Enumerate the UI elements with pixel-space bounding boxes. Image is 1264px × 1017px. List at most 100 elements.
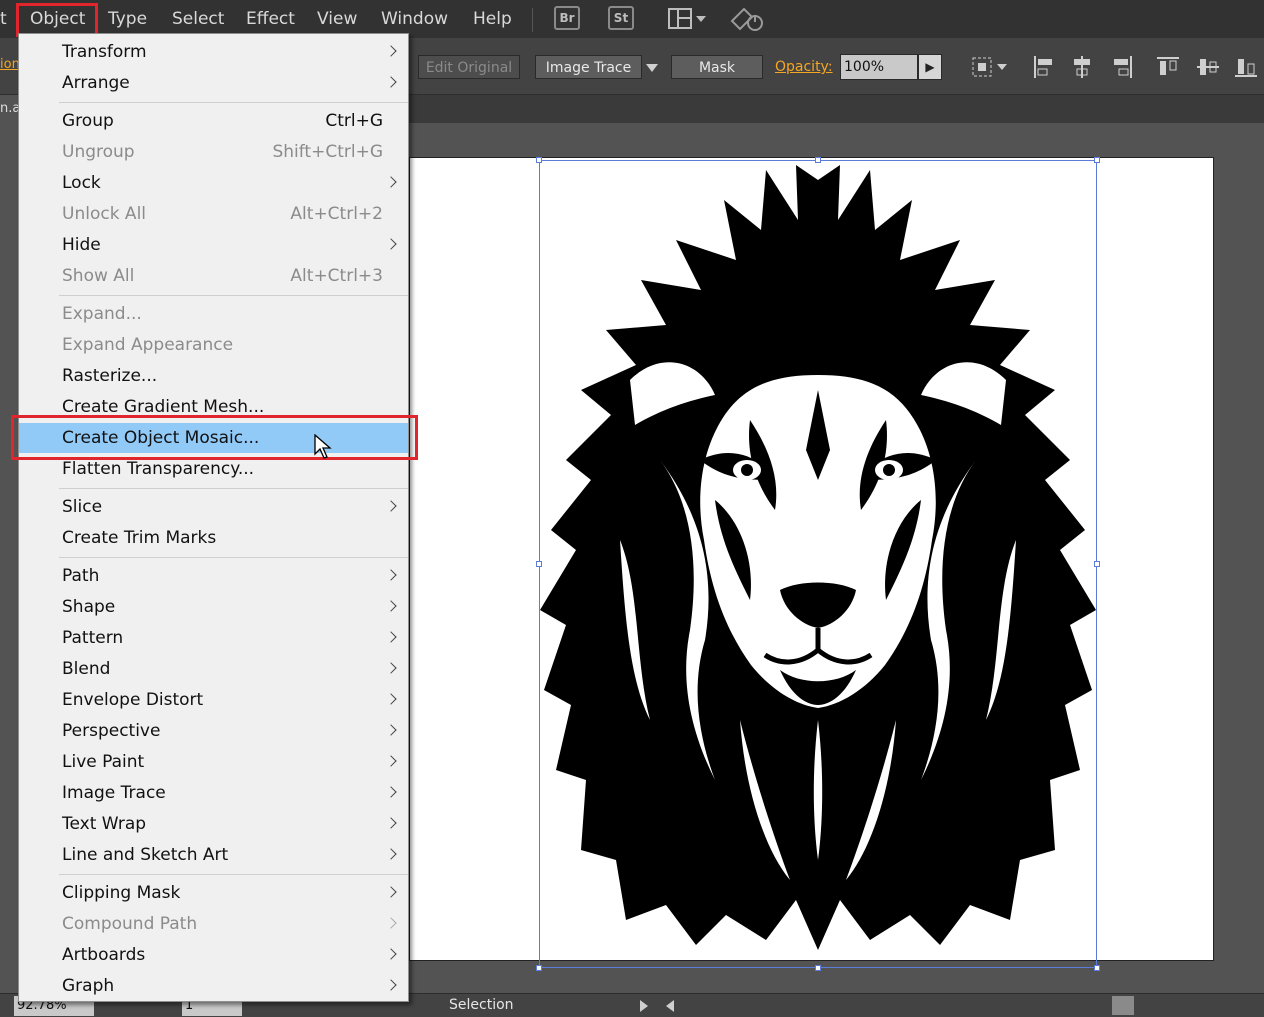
menu-item-shortcut: Alt+Ctrl+3 [290,266,383,286]
menu-item-hide[interactable]: Hide [19,230,408,260]
horizontal-align-right-icon[interactable] [1109,54,1135,80]
opacity-input[interactable]: 100% [840,54,918,80]
mouse-pointer-icon [314,434,332,459]
control-bar-label-fragment: ion [0,57,20,72]
selection-handle[interactable] [1094,561,1100,567]
menu-item-create-trim-marks[interactable]: Create Trim Marks [19,523,408,553]
opacity-label[interactable]: Opacity: [775,55,833,79]
menubar-divider [532,8,533,32]
submenu-arrow-icon [385,176,397,188]
submenu-arrow-icon [385,979,397,991]
menu-separator [59,557,408,558]
menu-item-label: Pattern [62,628,124,648]
submenu-arrow-icon [385,817,397,829]
menu-item-clipping-mask[interactable]: Clipping Mask [19,878,408,908]
horizontal-align-center-icon[interactable] [1069,54,1095,80]
edit-original-button[interactable]: Edit Original [418,55,520,79]
image-trace-preset-dropdown-icon[interactable] [645,60,659,74]
submenu-arrow-icon [385,600,397,612]
gpu-performance-icon[interactable] [730,5,766,33]
submenu-arrow-icon [385,569,397,581]
menu-item-blend[interactable]: Blend [19,654,408,684]
menu-item-label: Show All [62,266,135,286]
submenu-arrow-icon [385,631,397,643]
menu-item-line-and-sketch-art[interactable]: Line and Sketch Art [19,840,408,870]
menu-item-label: Path [62,566,100,586]
horizontal-align-left-icon[interactable] [1031,54,1057,80]
menu-item-graph[interactable]: Graph [19,971,408,1001]
submenu-arrow-icon [385,238,397,250]
menu-item-arrange[interactable]: Arrange [19,68,408,98]
selection-handle[interactable] [1094,965,1100,971]
menu-item-label: Text Wrap [62,814,147,834]
submenu-arrow-icon [385,724,397,736]
submenu-arrow-icon [385,917,397,929]
highlighted-item-frame [11,415,418,460]
selection-handle[interactable] [1094,157,1100,163]
menu-item-envelope-distort[interactable]: Envelope Distort [19,685,408,715]
menu-item-show-all: Show All Alt+Ctrl+3 [19,261,408,291]
selection-handle[interactable] [815,157,821,163]
menu-separator [59,102,408,103]
submenu-arrow-icon [385,786,397,798]
menu-item-perspective[interactable]: Perspective [19,716,408,746]
mask-button[interactable]: Mask [671,55,763,79]
opacity-stepper-arrow-icon[interactable]: ▶ [918,54,942,80]
menu-item-image-trace[interactable]: Image Trace [19,778,408,808]
menu-item-label: Perspective [62,721,161,741]
menu-item-shortcut: Ctrl+G [325,111,383,131]
menu-item-label: Live Paint [62,752,145,772]
submenu-arrow-icon [385,848,397,860]
menu-help[interactable]: Help [473,0,512,38]
menu-item-label: Arrange [62,73,130,93]
menu-item-label: Expand Appearance [62,335,234,355]
object-menu-highlight-frame [16,3,98,37]
image-trace-button[interactable]: Image Trace [535,55,642,79]
menu-item-label: Blend [62,659,111,679]
menu-item-shape[interactable]: Shape [19,592,408,622]
menu-item-text-wrap[interactable]: Text Wrap [19,809,408,839]
vertical-align-bottom-icon[interactable] [1233,54,1259,80]
selection-handle[interactable] [536,157,542,163]
scroll-left-arrow-icon[interactable] [664,998,676,1012]
align-to-selection-icon[interactable] [970,54,1010,80]
horizontal-scrollbar-thumb[interactable] [1112,996,1134,1015]
submenu-arrow-icon [385,948,397,960]
menu-item-path[interactable]: Path [19,561,408,591]
selection-handle[interactable] [536,561,542,567]
menu-item-transform[interactable]: Transform [19,37,408,67]
current-tool-status[interactable]: Selection [449,994,514,1017]
selection-handle[interactable] [815,965,821,971]
selection-bounding-box [539,160,1097,968]
menu-item-group[interactable]: Group Ctrl+G [19,106,408,136]
menu-separator [59,874,408,875]
selection-handle[interactable] [536,965,542,971]
arrange-documents-icon[interactable] [668,7,710,31]
vertical-align-center-icon[interactable] [1195,54,1221,80]
menu-item-slice[interactable]: Slice [19,492,408,522]
menu-separator [59,488,408,489]
vertical-align-top-icon[interactable] [1155,54,1181,80]
menu-item-label: Create Trim Marks [62,528,217,548]
menu-item-lock[interactable]: Lock [19,168,408,198]
stock-icon[interactable]: St [608,6,634,30]
menu-item-pattern[interactable]: Pattern [19,623,408,653]
menu-item-label: Unlock All [62,204,147,224]
bridge-icon[interactable]: Br [554,6,580,30]
submenu-arrow-icon [385,693,397,705]
submenu-arrow-icon [385,755,397,767]
status-menu-arrow-icon[interactable] [638,998,650,1012]
submenu-arrow-icon [385,76,397,88]
menu-edit-fragment[interactable]: t [0,0,7,38]
menu-item-label: Group [62,111,114,131]
menu-item-compound-path: Compound Path [19,909,408,939]
menu-item-ungroup: Ungroup Shift+Ctrl+G [19,137,408,167]
menu-item-label: Ungroup [62,142,135,162]
menu-item-rasterize[interactable]: Rasterize... [19,361,408,391]
menu-item-artboards[interactable]: Artboards [19,940,408,970]
menu-item-label: Lock [62,173,101,193]
menu-item-label: Hide [62,235,101,255]
menu-item-label: Graph [62,976,115,996]
menu-item-live-paint[interactable]: Live Paint [19,747,408,777]
submenu-arrow-icon [385,45,397,57]
